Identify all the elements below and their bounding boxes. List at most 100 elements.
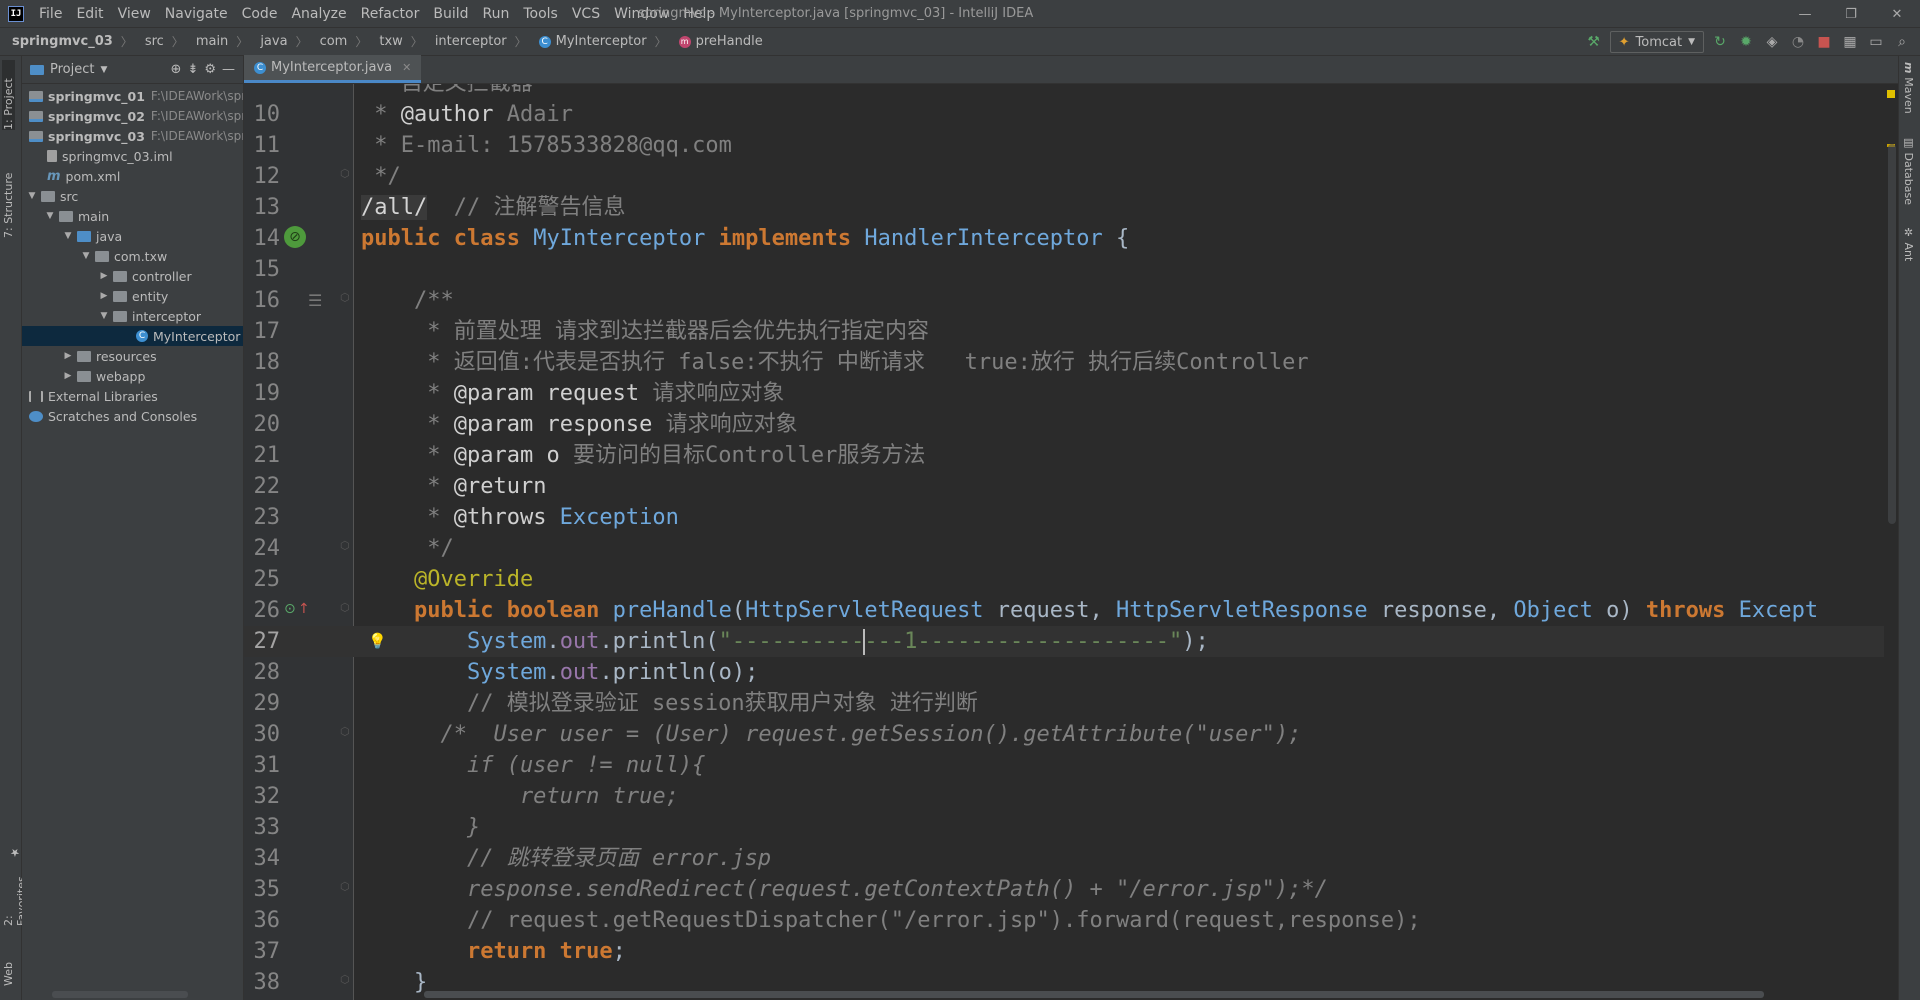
chevron-right-icon: 〉 — [295, 35, 308, 49]
breadcrumb-com[interactable]: com — [308, 34, 348, 49]
project-view-selector[interactable]: Project — [50, 62, 94, 77]
warning-marker[interactable] — [1887, 90, 1895, 98]
tree-node-iml[interactable]: springmvc_03.iml — [22, 146, 243, 166]
close-button[interactable]: ✕ — [1874, 0, 1920, 28]
code-line-31: 31 if (user != null){ — [244, 750, 1898, 781]
tree-node-webapp[interactable]: ▶ webapp — [22, 366, 243, 386]
editor-vertical-scrollbar[interactable] — [1884, 84, 1898, 1000]
tree-node-springmvc-02[interactable]: springmvc_02 F:\IDEAWork\sprin — [22, 106, 243, 126]
menu-refactor[interactable]: Refactor — [354, 0, 427, 28]
hide-panel-icon[interactable]: — — [222, 62, 243, 77]
fold-marker-icon[interactable]: ⬡ — [340, 539, 350, 552]
override-arrow-icon[interactable]: ↑ — [298, 601, 310, 617]
menu-code[interactable]: Code — [235, 0, 285, 28]
fold-marker-icon[interactable]: ⬡ — [340, 167, 350, 180]
tree-node-com-txw[interactable]: ▼ com.txw — [22, 246, 243, 266]
menu-analyze[interactable]: Analyze — [284, 0, 353, 28]
code-text: * 自定义拦截器 — [361, 84, 533, 99]
breadcrumb-method[interactable]: m preHandle — [667, 34, 763, 49]
tree-node-label: External Libraries — [48, 388, 158, 404]
breadcrumb-src[interactable]: src — [133, 34, 164, 49]
stop-icon[interactable]: ■ — [1814, 32, 1834, 52]
menu-navigate[interactable]: Navigate — [158, 0, 235, 28]
minimize-button[interactable]: — — [1782, 0, 1828, 28]
code-token: 请求响应对象 — [639, 381, 785, 406]
breadcrumb-java[interactable]: java — [248, 34, 287, 49]
expanded-arrow-icon: ▼ — [100, 311, 108, 321]
close-tab-icon[interactable]: ✕ — [402, 61, 411, 74]
search-icon[interactable]: ⌕ — [1892, 32, 1912, 52]
line-number: 27 — [253, 629, 281, 654]
project-horizontal-scrollbar[interactable] — [52, 991, 188, 998]
menu-vcs[interactable]: VCS — [565, 0, 607, 28]
code-text: } — [361, 970, 428, 995]
tab-web[interactable]: Web — [2, 936, 15, 986]
rerun-icon[interactable]: ↻ — [1710, 32, 1730, 52]
run-config-selector[interactable]: ✦ Tomcat ▼ — [1609, 31, 1704, 53]
tree-node-controller[interactable]: ▶ controller — [22, 266, 243, 286]
fold-marker-icon[interactable]: ⬡ — [340, 601, 350, 614]
package-icon — [113, 290, 127, 302]
project-structure-icon[interactable]: ▦ — [1840, 32, 1860, 52]
menu-edit[interactable]: Edit — [69, 0, 110, 28]
tab-project-label: 1: Project — [2, 78, 15, 130]
tree-node-springmvc-03[interactable]: springmvc_03 F:\IDEAWork\sprin — [22, 126, 243, 146]
menu-tools[interactable]: Tools — [516, 0, 565, 28]
profile-icon[interactable]: ◔ — [1788, 32, 1808, 52]
code-area[interactable]: * 自定义拦截器 10 * @author Adair 11 * E-mail:… — [244, 84, 1898, 1000]
menu-file[interactable]: File — [32, 0, 69, 28]
code-token: @return — [453, 474, 547, 499]
editor-scroll-thumb[interactable] — [1888, 144, 1896, 524]
editor-tab-myinterceptor[interactable]: C MyInterceptor.java ✕ — [244, 55, 422, 83]
tree-node-springmvc-01[interactable]: springmvc_01 F:\IDEAWork\sprin — [22, 86, 243, 106]
code-token: System — [361, 660, 547, 685]
tree-node-resources[interactable]: ▶ resources — [22, 346, 243, 366]
tree-node-interceptor[interactable]: ▼ interceptor — [22, 306, 243, 326]
menu-run[interactable]: Run — [476, 0, 517, 28]
editor-horizontal-scrollbar[interactable] — [424, 991, 1764, 998]
build-hammer-icon[interactable]: ⚒ — [1584, 32, 1604, 52]
tree-node-pom[interactable]: m pom.xml — [22, 166, 243, 186]
collapse-all-icon[interactable]: ⇟ — [187, 62, 198, 77]
tree-node-main[interactable]: ▼ main — [22, 206, 243, 226]
code-token: ---1-------------------" — [864, 629, 1183, 654]
breadcrumb-project[interactable]: springmvc_03 — [0, 34, 113, 49]
line-number: 18 — [253, 350, 281, 375]
chevron-down-icon[interactable]: ▼ — [100, 65, 107, 75]
fold-marker-icon[interactable]: ⬡ — [340, 291, 350, 304]
implements-method-icon[interactable]: ⊙ — [284, 601, 296, 617]
tab-maven[interactable]: m Maven — [1902, 62, 1915, 114]
breadcrumb-main[interactable]: main — [184, 34, 228, 49]
code-line-21: 21 * @param o 要访问的目标Controller服务方法 — [244, 440, 1898, 471]
breadcrumb-class[interactable]: C MyInterceptor — [527, 34, 647, 49]
code-token: Adair — [493, 102, 573, 127]
breadcrumb-interceptor[interactable]: interceptor — [423, 34, 507, 49]
breadcrumb-txw[interactable]: txw — [367, 34, 402, 49]
fold-marker-icon[interactable]: ⬡ — [340, 973, 350, 986]
tree-node-external-libraries[interactable]: External Libraries — [22, 386, 243, 406]
tab-project[interactable]: 1: Project — [2, 60, 15, 130]
tree-node-scratches[interactable]: Scratches and Consoles — [22, 406, 243, 426]
code-text: // 模拟登录验证 session获取用户对象 进行判断 — [361, 691, 978, 716]
fold-marker-icon[interactable]: ⬡ — [340, 880, 350, 893]
tab-database[interactable]: ▤ Database — [1902, 136, 1915, 205]
tab-structure[interactable]: 7: Structure — [2, 152, 15, 238]
fold-marker-icon[interactable]: ⬡ — [340, 725, 350, 738]
line-number: 11 — [253, 133, 281, 158]
layout-icon[interactable]: ▭ — [1866, 32, 1886, 52]
tree-node-myinterceptor[interactable]: C MyInterceptor — [22, 326, 243, 346]
debug-icon[interactable]: ✹ — [1736, 32, 1756, 52]
menu-view[interactable]: View — [111, 0, 158, 28]
locate-icon[interactable]: ⊕ — [171, 62, 182, 77]
doc-toggle-icon[interactable]: ☰ — [308, 291, 322, 310]
gear-icon[interactable]: ⚙ — [204, 62, 216, 77]
coverage-icon[interactable]: ◈ — [1762, 32, 1782, 52]
tree-node-src[interactable]: ▼ src — [22, 186, 243, 206]
code-line-12: 12 ⬡ */ — [244, 161, 1898, 192]
tree-node-java[interactable]: ▼ java — [22, 226, 243, 246]
tree-node-entity[interactable]: ▶ entity — [22, 286, 243, 306]
menu-build[interactable]: Build — [426, 0, 475, 28]
restore-button[interactable]: ❐ — [1828, 0, 1874, 28]
bean-gutter-icon[interactable]: ⊘ — [284, 226, 306, 248]
tab-ant[interactable]: ✲ Ant — [1902, 226, 1915, 261]
